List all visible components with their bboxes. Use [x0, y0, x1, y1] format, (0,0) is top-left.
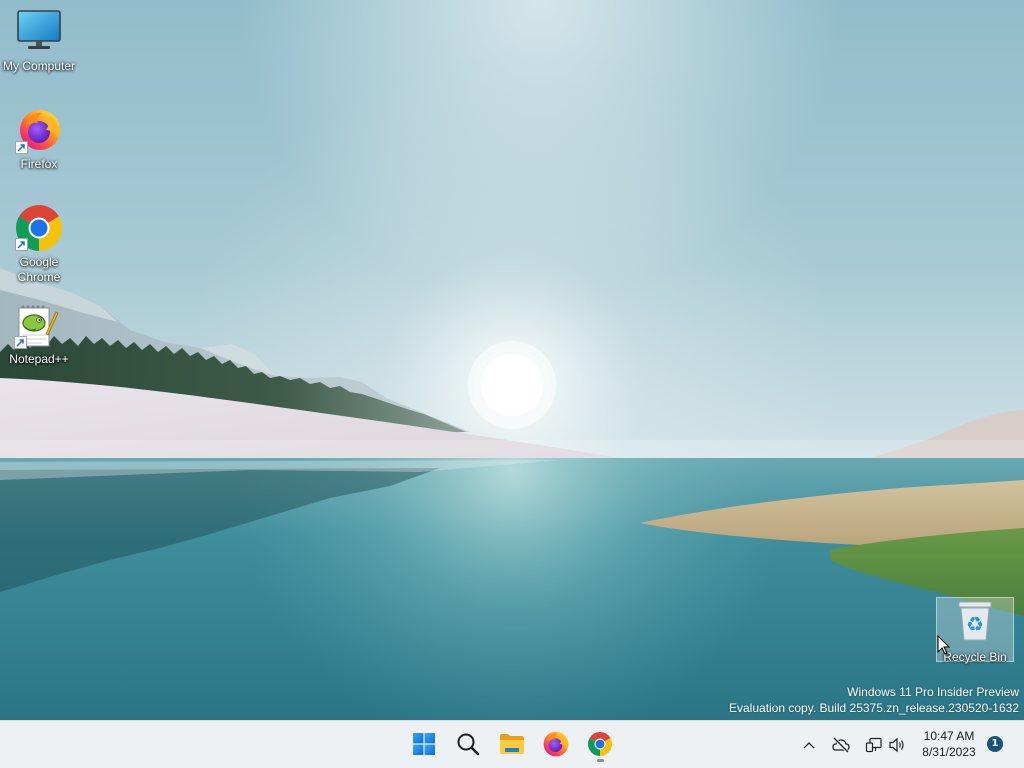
network-icon — [865, 737, 882, 753]
notification-badge[interactable]: 1 — [987, 736, 1003, 752]
chevron-up-icon — [803, 742, 815, 749]
desktop-icon-notepad-plus-plus[interactable]: Notepad++ — [0, 302, 78, 367]
cloud-offline-icon — [832, 737, 850, 753]
desktop-icon-label: My Computer — [2, 59, 76, 73]
desktop-icon-google-chrome[interactable]: Google Chrome — [0, 203, 78, 285]
chrome-icon — [588, 732, 612, 756]
start-button[interactable] — [404, 724, 444, 764]
shortcut-arrow-icon — [15, 141, 28, 154]
chrome-running-indicator — [597, 759, 604, 762]
sun — [468, 341, 556, 429]
chrome-taskbar-button[interactable] — [580, 724, 620, 764]
desktop-icon-firefox[interactable]: Firefox — [0, 106, 78, 172]
firefox-icon — [543, 731, 569, 757]
computer-icon — [17, 10, 61, 49]
shortcut-arrow-icon — [15, 238, 28, 251]
firefox-icon — [15, 110, 60, 154]
desktop-wallpaper — [0, 0, 1024, 768]
taskbar: 10:47 AM 8/31/2023 1 — [0, 720, 1024, 768]
volume-icon — [889, 737, 904, 753]
desktop: My Computer Firefox Google Chrome Notepa… — [0, 0, 1024, 768]
windows-start-icon — [413, 733, 435, 755]
search-button[interactable] — [448, 724, 488, 764]
file-explorer-icon — [500, 734, 524, 754]
svg-text:♻: ♻ — [966, 612, 984, 636]
firefox-taskbar-button[interactable] — [536, 724, 576, 764]
notepad-plus-plus-icon — [14, 305, 59, 349]
clock-time: 10:47 AM — [923, 729, 975, 743]
recycle-bin-icon: ♻ — [958, 601, 992, 641]
file-explorer-button[interactable] — [492, 724, 532, 764]
clock[interactable]: 10:47 AM 8/31/2023 — [914, 728, 984, 760]
evaluation-watermark: Windows 11 Pro Insider Preview Evaluatio… — [729, 684, 1019, 716]
show-hidden-icons-button[interactable] — [797, 729, 821, 761]
desktop-icon-label: Notepad++ — [9, 352, 69, 366]
desktop-icon-my-computer[interactable]: My Computer — [0, 10, 78, 74]
onedrive-button[interactable] — [829, 729, 853, 761]
mouse-cursor — [937, 635, 950, 655]
shortcut-arrow-icon — [14, 336, 27, 349]
watermark-build: Evaluation copy. Build 25375.zn_release.… — [729, 701, 1019, 715]
clock-date: 8/31/2023 — [922, 745, 976, 759]
desktop-icon-label: Firefox — [20, 157, 58, 171]
watermark-edition: Windows 11 Pro Insider Preview — [847, 685, 1019, 699]
quick-settings-button[interactable] — [860, 729, 910, 761]
search-icon — [457, 733, 480, 756]
chrome-icon — [15, 204, 63, 251]
desktop-icon-label: Google Chrome — [17, 255, 61, 284]
